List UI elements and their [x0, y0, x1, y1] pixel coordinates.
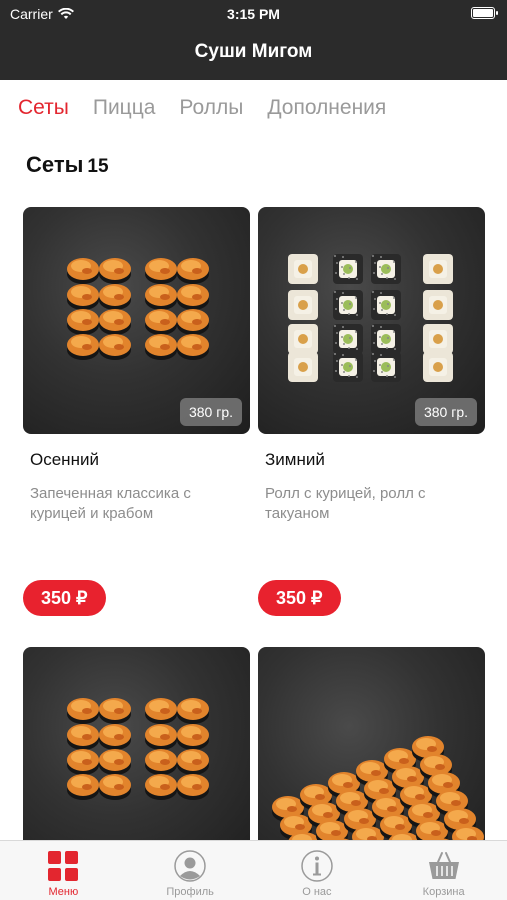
product-grid: 380 гр. Осенний Запеченная классика с ку… — [23, 207, 486, 847]
tab-cart-label: Корзина — [422, 886, 465, 898]
weight-badge: 380 гр. — [179, 398, 242, 426]
product-card[interactable] — [23, 647, 250, 847]
price-button[interactable]: 350 ₽ — [258, 580, 341, 616]
section-title: Сеты — [26, 152, 84, 177]
product-photo — [23, 647, 250, 847]
product-name: Осенний — [30, 450, 99, 469]
sushi-set-image — [272, 736, 484, 847]
tab-rolls[interactable]: Роллы — [179, 96, 243, 120]
tab-sets[interactable]: Сеты — [18, 96, 69, 120]
basket-icon — [428, 852, 459, 879]
profile-icon — [174, 850, 206, 882]
tab-cart[interactable]: Корзина — [380, 841, 507, 900]
status-time: 3:15 PM — [227, 6, 280, 22]
product-photo: 380 гр. — [258, 207, 485, 434]
product-card[interactable] — [258, 647, 485, 847]
grid-icon — [48, 851, 79, 881]
product-photo — [258, 647, 485, 847]
tab-about[interactable]: О нас — [254, 841, 381, 900]
status-bar: Carrier 3:15 PM — [0, 0, 507, 28]
nav-bar: Суши Мигом — [0, 28, 507, 80]
section-count: 15 — [87, 156, 109, 177]
tab-about-label: О нас — [302, 886, 332, 898]
sushi-set-image — [67, 698, 209, 800]
battery-icon — [471, 7, 498, 19]
weight-badge: 380 гр. — [414, 398, 477, 426]
product-card[interactable]: 380 гр. Зимний Ролл с курицей, ролл с та… — [258, 207, 485, 633]
product-card[interactable]: 380 гр. Осенний Запеченная классика с ку… — [23, 207, 250, 633]
price-button[interactable]: 350 ₽ — [23, 580, 106, 616]
product-description: Ролл с курицей, ролл с такуаном — [265, 485, 426, 522]
tab-extras[interactable]: Дополнения — [267, 96, 386, 120]
category-tabs: Сеты Пицца Роллы Дополнения — [0, 80, 507, 136]
tab-menu[interactable]: Меню — [0, 841, 127, 900]
product-photo: 380 гр. — [23, 207, 250, 434]
bottom-tab-bar: Меню Профиль О нас Корзина — [0, 840, 507, 900]
info-icon — [301, 850, 333, 882]
tab-profile[interactable]: Профиль — [127, 841, 254, 900]
tab-menu-label: Меню — [48, 886, 79, 898]
tab-profile-label: Профиль — [166, 886, 214, 898]
tab-pizza[interactable]: Пицца — [93, 96, 156, 120]
app-title: Суши Мигом — [194, 41, 313, 62]
section-heading: Сеты 15 — [26, 152, 109, 178]
product-description: Запеченная классика с курицей и крабом — [30, 485, 191, 522]
product-name: Зимний — [265, 450, 325, 469]
